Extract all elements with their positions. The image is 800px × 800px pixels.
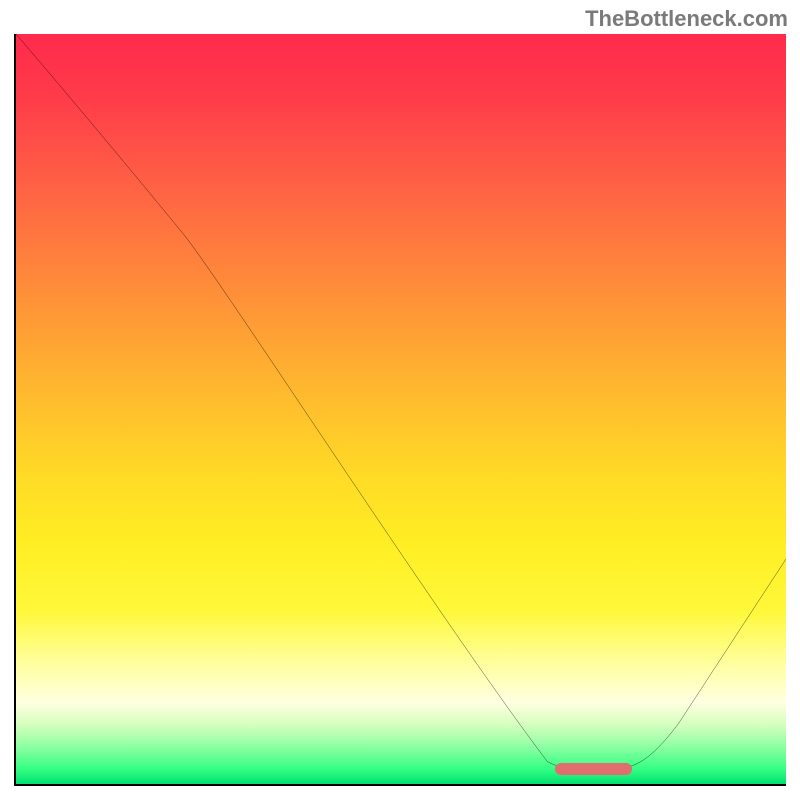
plot-area — [14, 34, 786, 786]
optimal-range-marker — [555, 763, 632, 775]
plot-frame — [14, 34, 786, 786]
bottleneck-curve — [16, 34, 786, 784]
watermark-text: TheBottleneck.com — [585, 6, 788, 32]
